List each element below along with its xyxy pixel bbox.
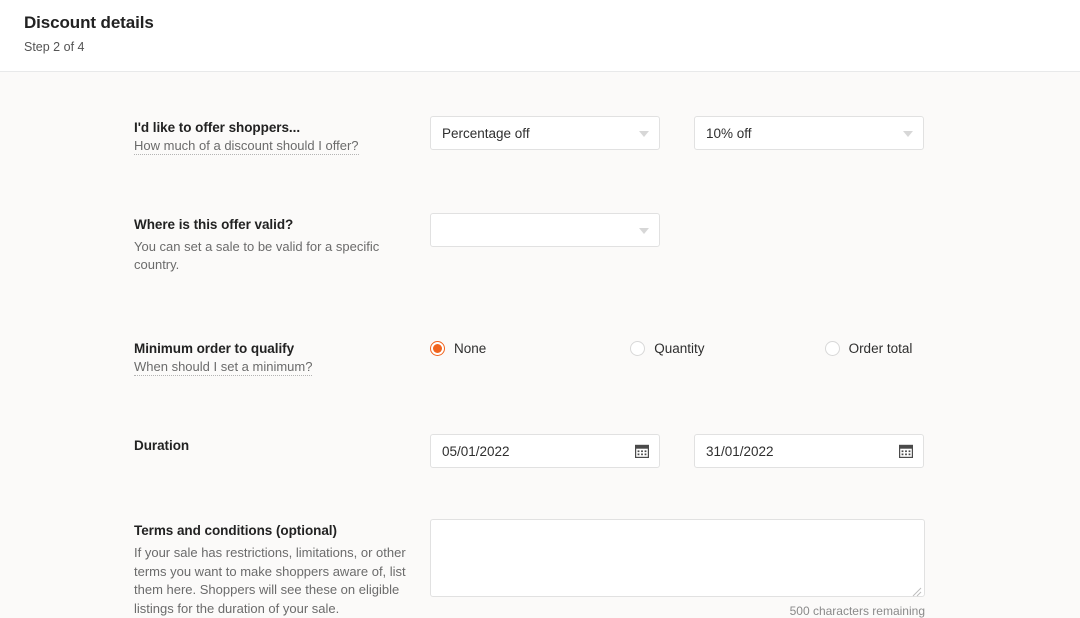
start-date-input[interactable]: 05/01/2022	[430, 434, 660, 468]
terms-label: Terms and conditions (optional)	[134, 523, 337, 538]
minimum-radio-group: None Quantity Order total	[430, 337, 912, 356]
step-indicator: Step 2 of 4	[24, 40, 85, 54]
minimum-help-link[interactable]: When should I set a minimum?	[134, 358, 313, 376]
validity-control-column	[430, 212, 1080, 247]
form-row-duration: Duration 05/01/2022 31/01/2022	[0, 434, 1080, 468]
page-title: Discount details	[24, 13, 154, 32]
discount-details-form: I'd like to offer shoppers... How much o…	[0, 72, 1080, 618]
offer-help-link[interactable]: How much of a discount should I offer?	[134, 138, 359, 155]
minimum-control-column: None Quantity Order total	[430, 337, 1080, 356]
radio-label-order-total: Order total	[848, 340, 913, 356]
form-row-minimum: Minimum order to qualify When should I s…	[0, 337, 1080, 377]
country-select[interactable]	[430, 212, 660, 247]
discount-type-select-value: Percentage off	[442, 125, 530, 141]
chevron-down-icon	[639, 227, 649, 234]
terms-help-text: If your sale has restrictions, limitatio…	[134, 545, 406, 616]
radio-label-quantity: Quantity	[654, 340, 705, 356]
resize-handle-icon[interactable]	[912, 584, 922, 597]
minimum-label: Minimum order to qualify	[134, 340, 295, 356]
radio-indicator	[824, 340, 840, 356]
calendar-icon[interactable]	[898, 444, 914, 459]
radio-option-order-total[interactable]: Order total	[824, 340, 913, 356]
radio-option-quantity[interactable]: Quantity	[630, 340, 705, 356]
offer-control-column: Percentage off 10% off	[430, 116, 1080, 150]
radio-indicator	[630, 340, 646, 356]
validity-label-column: Where is this offer valid? You can set a…	[134, 213, 430, 275]
chevron-down-icon	[639, 131, 649, 137]
validity-help-text: You can set a sale to be valid for a spe…	[134, 238, 380, 273]
end-date-input[interactable]: 31/01/2022	[694, 434, 924, 468]
calendar-icon[interactable]	[634, 444, 650, 459]
form-row-validity: Where is this offer valid? You can set a…	[0, 212, 1080, 275]
duration-control-column: 05/01/2022 31/01/2022	[430, 434, 1080, 468]
minimum-label-column: Minimum order to qualify When should I s…	[134, 337, 430, 377]
form-row-offer: I'd like to offer shoppers... How much o…	[0, 116, 1080, 156]
discount-amount-select[interactable]: 10% off	[694, 116, 924, 150]
terms-textarea[interactable]	[430, 519, 925, 597]
offer-label-column: I'd like to offer shoppers... How much o…	[134, 116, 430, 156]
validity-label: Where is this offer valid?	[134, 216, 294, 232]
duration-label: Duration	[134, 438, 190, 453]
radio-label-none: None	[454, 340, 487, 356]
discount-amount-select-value: 10% off	[706, 125, 752, 141]
offer-label: I'd like to offer shoppers...	[134, 120, 301, 135]
chevron-down-icon	[903, 131, 913, 137]
character-counter: 500 characters remaining	[789, 604, 925, 618]
duration-label-column: Duration	[134, 434, 430, 455]
start-date-value: 05/01/2022	[442, 443, 510, 459]
end-date-value: 31/01/2022	[706, 443, 774, 459]
page-header: Discount details Step 2 of 4	[0, 0, 1080, 72]
radio-option-none[interactable]: None	[430, 340, 487, 356]
radio-indicator-selected	[430, 340, 445, 356]
discount-type-select[interactable]: Percentage off	[430, 116, 660, 150]
